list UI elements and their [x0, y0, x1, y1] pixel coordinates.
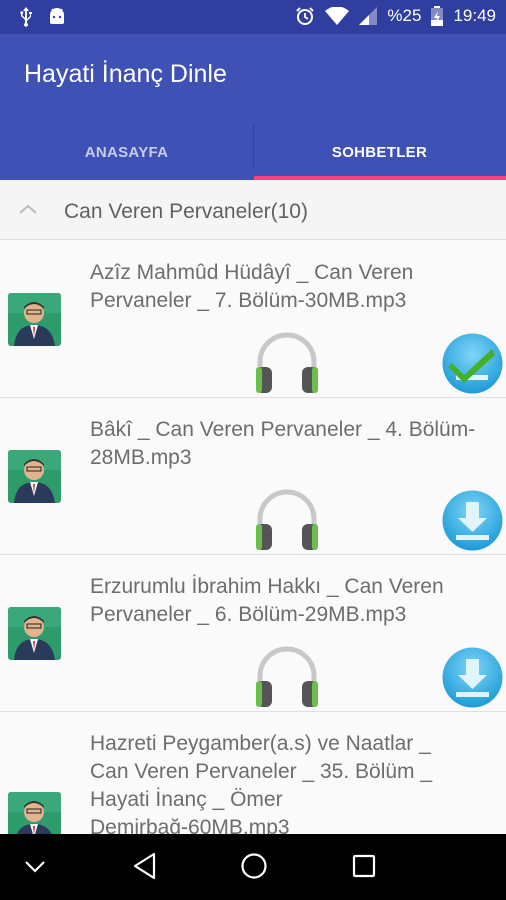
- app-title: Hayati İnanç Dinle: [24, 60, 227, 88]
- speaker-avatar: [8, 293, 61, 346]
- headphones-icon[interactable]: [254, 643, 320, 714]
- list-item[interactable]: Azîz Mahmûd Hüdâyî _ Can Veren Pervanele…: [0, 241, 506, 398]
- headphones-icon[interactable]: [254, 329, 320, 400]
- battery-icon: [431, 6, 444, 26]
- chevron-up-icon[interactable]: [18, 202, 38, 220]
- tab-sohbetler[interactable]: SOHBETLER: [253, 124, 506, 180]
- speaker-avatar: [8, 450, 61, 503]
- clock-time: 19:49: [453, 6, 496, 25]
- group-title: Can Veren Pervaneler(10): [64, 200, 308, 223]
- chevron-down-icon[interactable]: [24, 860, 46, 879]
- group-header[interactable]: Can Veren Pervaneler(10): [0, 180, 506, 240]
- home-icon[interactable]: [240, 852, 268, 885]
- tab-anasayfa[interactable]: ANASAYFA: [0, 124, 253, 180]
- back-icon[interactable]: [132, 852, 158, 885]
- signal-icon: [359, 7, 378, 25]
- tab-bar: ANASAYFA SOHBETLER: [0, 124, 506, 180]
- speaker-avatar: [8, 607, 61, 660]
- episode-title: Azîz Mahmûd Hüdâyî _ Can Veren Pervanele…: [90, 261, 414, 312]
- usb-icon: [18, 7, 34, 27]
- episode-title: Hazreti Peygamber(a.s) ve Naatlar _ Can …: [90, 732, 433, 834]
- episode-title: Erzurumlu İbrahim Hakkı _ Can Veren Perv…: [90, 575, 444, 626]
- tab-divider: [253, 124, 254, 168]
- downloaded-check-icon[interactable]: [442, 333, 503, 394]
- headphones-icon[interactable]: [254, 486, 320, 557]
- app-bar: Hayati İnanç Dinle ANASAYFA SOHBETLER: [0, 34, 506, 180]
- list-item[interactable]: Erzurumlu İbrahim Hakkı _ Can Veren Perv…: [0, 555, 506, 712]
- status-bar: %25 19:49: [0, 0, 506, 34]
- episode-title: Bâkî _ Can Veren Pervaneler _ 4. Bölüm-2…: [90, 418, 476, 469]
- episode-list[interactable]: Azîz Mahmûd Hüdâyî _ Can Veren Pervanele…: [0, 241, 506, 834]
- list-item[interactable]: Bâkî _ Can Veren Pervaneler _ 4. Bölüm-2…: [0, 398, 506, 555]
- recents-icon[interactable]: [352, 854, 376, 883]
- speaker-avatar: [8, 792, 61, 834]
- alarm-icon: [295, 6, 315, 26]
- download-icon[interactable]: [442, 490, 503, 551]
- list-item[interactable]: Hazreti Peygamber(a.s) ve Naatlar _ Can …: [0, 712, 506, 834]
- battery-text: %25: [387, 6, 422, 25]
- wifi-icon: [325, 7, 350, 25]
- navigation-bar: [0, 834, 506, 900]
- download-icon[interactable]: [442, 647, 503, 708]
- android-icon: [48, 7, 66, 27]
